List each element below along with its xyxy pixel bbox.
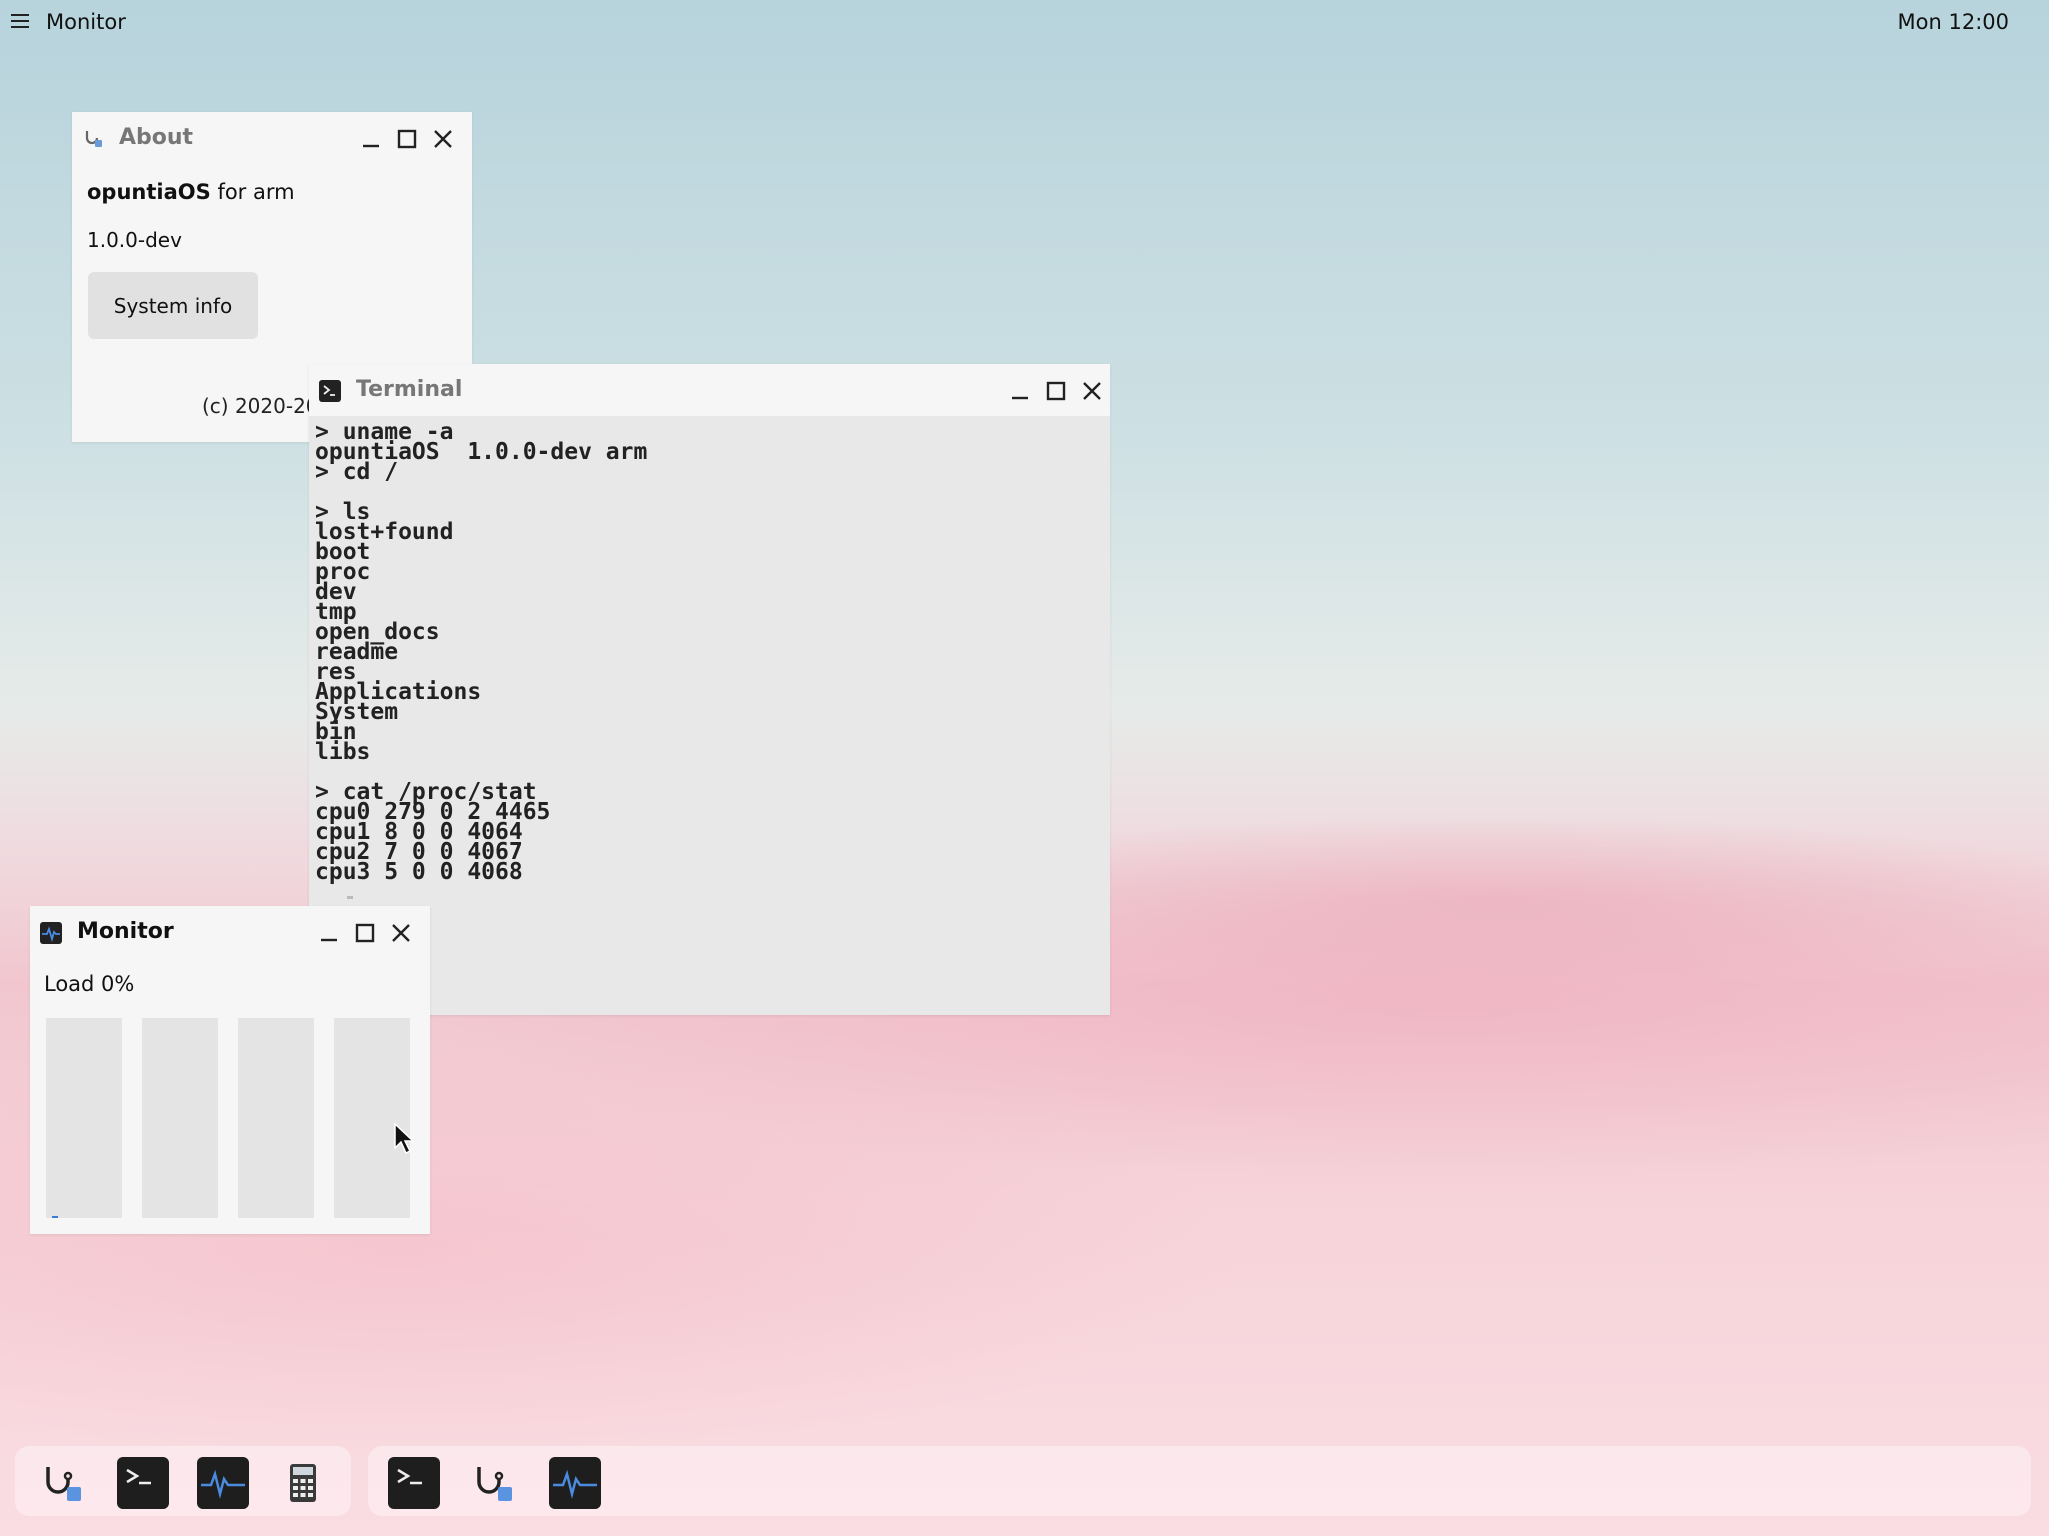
load-label: Load 0% — [44, 972, 135, 996]
calculator-app-icon[interactable] — [277, 1457, 329, 1509]
window-title: Monitor — [77, 919, 174, 944]
close-icon[interactable] — [1081, 380, 1103, 402]
close-icon[interactable] — [390, 922, 412, 944]
window-title: About — [119, 125, 194, 150]
minimize-icon[interactable] — [318, 922, 340, 944]
cpu-graph-1 — [142, 1018, 218, 1218]
about-app-icon — [82, 128, 104, 150]
hamburger-icon[interactable] — [11, 14, 29, 28]
mouse-pointer-icon — [393, 1122, 417, 1156]
terminal-app-icon — [319, 380, 341, 402]
terminal-output[interactable]: > uname -a opuntiaOS 1.0.0-dev arm > cd … — [315, 422, 1110, 1015]
os-arch: for arm — [217, 180, 295, 204]
active-app-name: Monitor — [46, 10, 126, 34]
about-running-icon[interactable] — [468, 1457, 520, 1509]
minimize-icon[interactable] — [1009, 380, 1031, 402]
clock[interactable]: Mon 12:00 — [1898, 10, 2009, 34]
os-version: 1.0.0-dev — [87, 228, 182, 252]
terminal-cursor — [347, 896, 353, 899]
about-titlebar[interactable]: About — [72, 112, 472, 164]
monitor-window: Monitor Load 0% — [30, 906, 430, 1234]
about-app-icon[interactable] — [37, 1457, 89, 1509]
monitor-titlebar[interactable]: Monitor — [30, 906, 430, 958]
os-name: opuntiaOS — [87, 180, 211, 204]
terminal-running-icon[interactable] — [388, 1457, 440, 1509]
copyright-text: (c) 2020-20 — [202, 394, 319, 418]
cpu-load-bar — [52, 1216, 58, 1218]
maximize-icon[interactable] — [354, 922, 376, 944]
terminal-titlebar[interactable]: Terminal — [309, 364, 1110, 416]
terminal-app-icon[interactable] — [117, 1457, 169, 1509]
cpu-graph-3 — [334, 1018, 410, 1218]
maximize-icon[interactable] — [1045, 380, 1067, 402]
monitor-app-icon[interactable] — [197, 1457, 249, 1509]
system-info-button[interactable]: System info — [88, 272, 258, 339]
dock-pinned-apps — [15, 1446, 351, 1516]
maximize-icon[interactable] — [396, 128, 418, 150]
monitor-running-icon[interactable] — [549, 1457, 601, 1509]
cpu-graph-0 — [46, 1018, 122, 1218]
top-bar: Monitor Mon 12:00 — [0, 0, 2049, 44]
monitor-app-icon — [40, 922, 62, 944]
cpu-graph-2 — [238, 1018, 314, 1218]
cpu-graphs — [46, 1018, 411, 1218]
minimize-icon[interactable] — [360, 128, 382, 150]
os-name-line: opuntiaOS for arm — [87, 180, 295, 204]
close-icon[interactable] — [432, 128, 454, 150]
dock-running-apps — [368, 1446, 2031, 1516]
window-title: Terminal — [356, 377, 463, 402]
